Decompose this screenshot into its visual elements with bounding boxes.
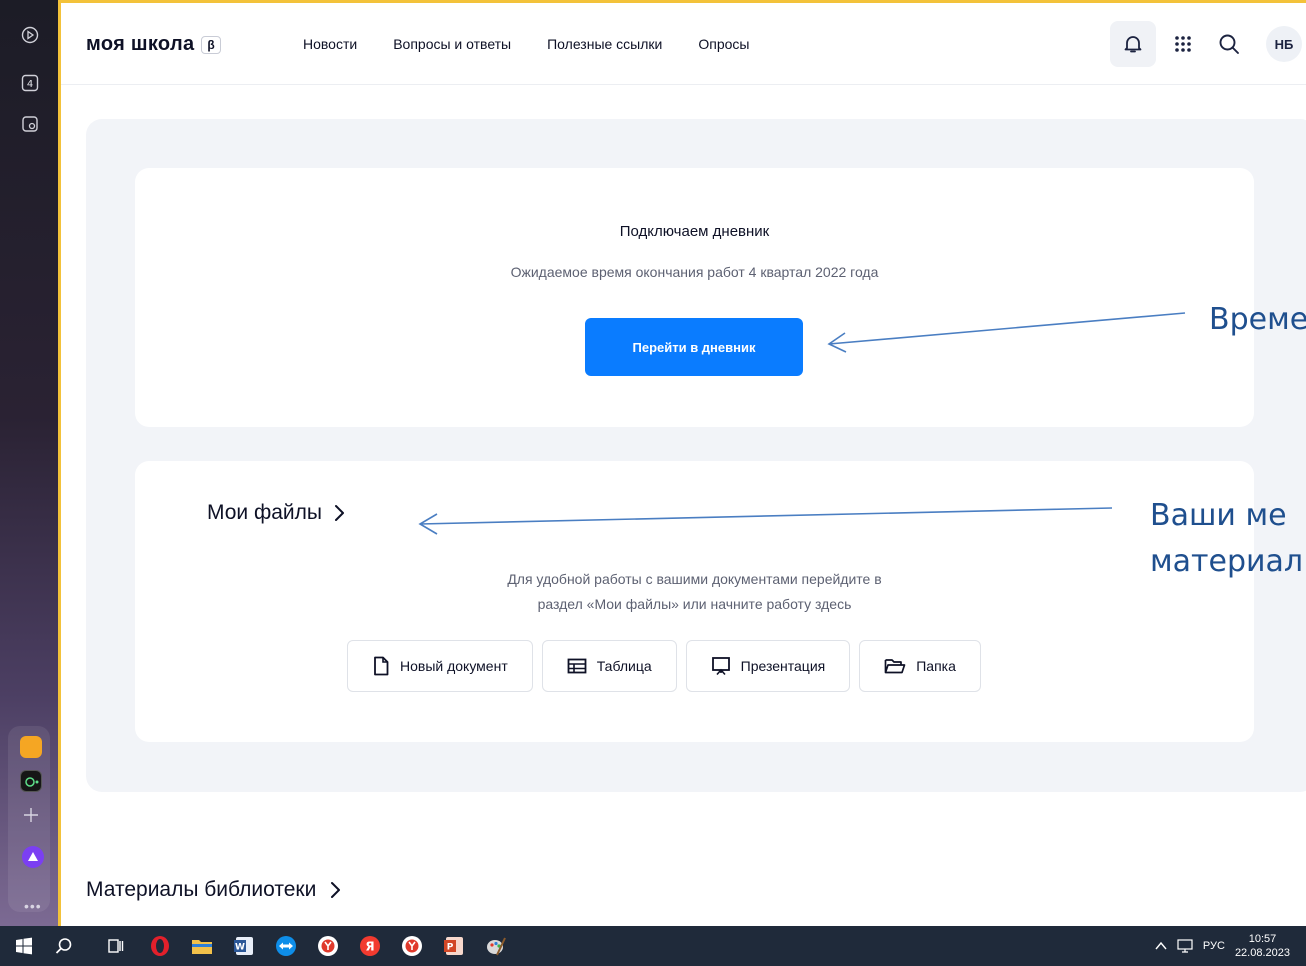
grid-icon — [1175, 36, 1191, 52]
mail-app-icon[interactable] — [20, 736, 42, 758]
beta-badge: β — [201, 35, 221, 54]
paint-icon[interactable] — [484, 934, 508, 958]
presentation-button[interactable]: Презентация — [685, 640, 851, 692]
diary-card: Подключаем дневник Ожидаемое время оконч… — [135, 168, 1254, 427]
header-actions: НБ — [1110, 21, 1306, 67]
folder-button[interactable]: Папка — [859, 640, 981, 692]
teamviewer-icon[interactable] — [274, 934, 298, 958]
avatar[interactable]: НБ — [1266, 26, 1302, 62]
files-card: Мои файлы Для удобной работы с вашими до… — [135, 461, 1254, 742]
sidebar-apps — [8, 726, 50, 912]
language-indicator[interactable]: РУС — [1203, 940, 1225, 952]
document-icon — [374, 656, 389, 676]
svg-text:4: 4 — [27, 79, 33, 90]
taskbar: W Я P РУС 10:57 22.08.2023 — [0, 926, 1306, 966]
table-icon — [567, 658, 587, 674]
svg-text:W: W — [235, 943, 245, 953]
opera-icon[interactable] — [148, 934, 172, 958]
yandex-browser-active-icon[interactable] — [400, 934, 424, 958]
search-icon — [1219, 34, 1239, 54]
presentation-label: Презентация — [740, 658, 826, 674]
folder-label: Папка — [916, 658, 956, 674]
yandex-browser-icon[interactable] — [316, 934, 340, 958]
play-icon[interactable] — [21, 26, 39, 44]
clock-time: 10:57 — [1248, 933, 1277, 945]
folder-icon — [884, 659, 906, 674]
files-desc-line2: раздел «Мои файлы» или начните работу зд… — [537, 596, 852, 612]
more-icon[interactable]: ••• — [24, 898, 42, 914]
new-document-button[interactable]: Новый документ — [347, 640, 533, 692]
my-files-link[interactable]: Мои файлы — [207, 501, 346, 525]
yandex-icon[interactable]: Я — [358, 934, 382, 958]
table-label: Таблица — [596, 658, 652, 674]
file-explorer-icon[interactable] — [190, 934, 214, 958]
main-nav: Новости Вопросы и ответы Полезные ссылки… — [303, 36, 749, 52]
presentation-icon — [711, 657, 730, 676]
search-icon[interactable] — [52, 934, 76, 958]
frame-left-border — [58, 0, 61, 926]
screenshot-icon[interactable] — [21, 115, 39, 133]
site-header: моя школа β Новости Вопросы и ответы Пол… — [61, 3, 1306, 85]
nav-faq[interactable]: Вопросы и ответы — [393, 36, 511, 52]
clock-date: 22.08.2023 — [1234, 947, 1290, 959]
nav-links[interactable]: Полезные ссылки — [547, 36, 662, 52]
search-button[interactable] — [1206, 21, 1252, 67]
notifications-button[interactable] — [1110, 21, 1156, 67]
network-icon[interactable] — [1177, 939, 1193, 953]
system-tray: РУС 10:57 22.08.2023 — [1155, 926, 1290, 966]
annotation-text-1: Време — [1209, 302, 1306, 337]
annotation-text-2b: материал — [1150, 544, 1304, 579]
svg-text:P: P — [447, 943, 454, 953]
windows-start-icon[interactable] — [12, 934, 36, 958]
nav-news[interactable]: Новости — [303, 36, 357, 52]
table-button[interactable]: Таблица — [541, 640, 677, 692]
browser-sidebar: 4 ••• — [0, 0, 58, 926]
diary-title: Подключаем дневник — [619, 223, 770, 240]
add-app-icon[interactable] — [20, 804, 42, 826]
powerpoint-icon[interactable]: P — [442, 934, 466, 958]
logo-text: моя школа — [86, 33, 195, 55]
annotation-text-2a: Ваши ме — [1150, 498, 1287, 533]
chevron-up-icon[interactable] — [1155, 941, 1167, 951]
clock[interactable]: 10:57 22.08.2023 — [1235, 932, 1290, 960]
new-document-label: Новый документ — [400, 658, 508, 674]
logo[interactable]: моя школа β — [86, 33, 221, 56]
my-files-title: Мои файлы — [207, 501, 323, 524]
music-app-icon[interactable] — [20, 770, 42, 792]
library-title: Материалы библиотеки — [86, 878, 317, 901]
files-description: Для удобной работы с вашими документами … — [135, 567, 1254, 617]
library-link[interactable]: Материалы библиотеки — [86, 878, 342, 902]
chevron-right-icon — [335, 505, 345, 521]
tabs-count-icon[interactable]: 4 — [21, 74, 39, 92]
chevron-right-icon — [331, 882, 341, 898]
go-to-diary-button[interactable]: Перейти в дневник — [585, 318, 803, 376]
svg-text:Я: Я — [365, 940, 374, 954]
task-view-icon[interactable] — [104, 934, 128, 958]
apps-button[interactable] — [1160, 21, 1206, 67]
word-icon[interactable]: W — [232, 934, 256, 958]
diary-subtitle: Ожидаемое время окончания работ 4 кварта… — [510, 264, 879, 280]
files-actions: Новый документ Таблица Презентация Папка — [347, 640, 981, 692]
bell-icon — [1124, 36, 1142, 53]
nav-polls[interactable]: Опросы — [698, 36, 749, 52]
alice-assistant-icon[interactable] — [22, 846, 44, 868]
files-desc-line1: Для удобной работы с вашими документами … — [507, 571, 882, 587]
